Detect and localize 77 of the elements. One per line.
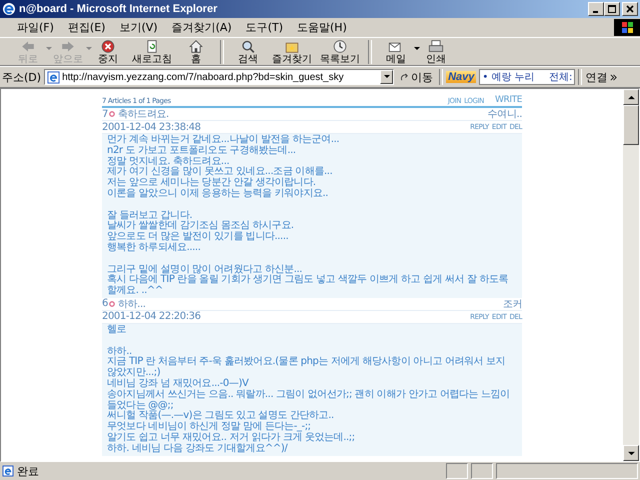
caret-icon xyxy=(384,75,390,79)
page-icon xyxy=(2,465,14,477)
body-text: 헬로 xyxy=(107,324,128,336)
links-button[interactable]: 연결 xyxy=(585,70,608,84)
toolbar-button[interactable]: 중지 xyxy=(88,38,128,64)
body-text: 하하.. xyxy=(107,346,132,357)
post-author: 수여니.. xyxy=(488,108,522,121)
go-button[interactable]: 이동 xyxy=(397,70,436,84)
browser-logo-icon xyxy=(2,2,16,16)
printer-icon xyxy=(427,38,445,54)
body-text: 날씨가 쌀쌀한데 감기조심 몸조심 하시구요. xyxy=(107,221,295,232)
vertical-scrollbar[interactable] xyxy=(623,89,639,461)
body-text: 행복한 하루되세요..... xyxy=(107,242,202,254)
body-text: 지금 TIP 란 처음부터 주-욱 훑러봤어요.(물론 php는 저에게 해당사항이 아니고 어려워서 보지 않았지만...;) xyxy=(107,357,506,378)
status-text: 완료 xyxy=(17,464,40,478)
circle-icon xyxy=(108,111,115,117)
toolbar-button[interactable]: 인쇄 xyxy=(416,38,456,64)
home-icon xyxy=(187,38,205,54)
address-label: 주소(D) xyxy=(2,70,42,84)
maximize-button[interactable] xyxy=(604,2,620,16)
chevron-icon xyxy=(610,74,618,80)
menu-item[interactable]: 편집(E) xyxy=(60,20,112,35)
body-text: 정말 멋지네요. 축하드려요... xyxy=(107,156,230,167)
toolbar-button[interactable]: 새로고침 xyxy=(128,38,176,64)
menu-item[interactable]: 도구(T) xyxy=(238,20,290,35)
dropdown-button[interactable] xyxy=(380,70,394,84)
post-author: 조커 xyxy=(502,298,522,311)
body-text: 하하. 네비님 다음 강좌도 기대할게요^^)/ xyxy=(107,444,289,455)
body-text: 저는 앞으로 세미나는 당분간 안갈 생각이랍니다. xyxy=(107,178,317,188)
caret-icon xyxy=(414,46,420,50)
body-text: 잘 들러보고 갑니다. xyxy=(107,210,192,221)
body-text: 써니헐 작품(—.—v)은 그림도 있고 설명도 간단하고.. xyxy=(107,411,335,422)
search-field[interactable]: • 예랑 누리 전체: xyxy=(479,69,576,85)
page-icon xyxy=(47,70,60,84)
windows-logo-icon xyxy=(614,19,640,36)
clock-icon xyxy=(331,38,349,54)
menu-item[interactable]: 파일(F) xyxy=(10,20,61,35)
body-text: 송아지님께서 쓰신거는 으음.. 뭐랄까... 그림이 없어선가;; 괜히 이해가 안가고 어렵다는 느낌이 들었다는 @@;; xyxy=(107,390,511,411)
body-text: 앞으로도 더 많은 발전이 있기를 빕니다..... xyxy=(107,232,290,242)
close-button[interactable] xyxy=(622,2,638,16)
body-text: 알기도 쉽고 너무 재밌어요.. 저거 읽다가 크게 웃었는데..;; xyxy=(107,432,356,443)
stop-icon xyxy=(99,38,117,54)
minimize-button[interactable] xyxy=(588,2,604,16)
post-date: 2001-12-04 22:20:36 xyxy=(102,311,201,322)
scrollbar-thumb[interactable] xyxy=(623,105,639,145)
body-text: 이론을 알았으니 이제 응용하는 능력을 키워야지요.. xyxy=(107,188,330,200)
toolbar-button[interactable]: 목록보기 xyxy=(316,38,364,64)
body-text: 무엇보다 네비님이 하신게 정말 맘에 든다는-_-;; xyxy=(107,422,312,432)
body-text: 혹시 다음에 TIP 란을 올릴 기회가 생기면 그림도 넣고 색깔두 이쁘게 하고 쉽게 써서 잘 하도록 할께요. ..^^ xyxy=(107,275,510,297)
maximize-icon xyxy=(608,5,616,13)
toolbar-button[interactable]: 홈 xyxy=(176,38,216,64)
circle-icon xyxy=(108,300,115,307)
up-arrow-icon xyxy=(628,94,634,100)
caret-icon xyxy=(86,46,92,50)
menu-item[interactable]: 보기(V) xyxy=(112,20,165,35)
post-number: 6 xyxy=(102,298,108,310)
down-arrow-icon xyxy=(628,450,634,456)
toolbar-button[interactable]: 메일 xyxy=(376,38,416,64)
toolbar-button[interactable]: 검색 xyxy=(228,38,268,64)
body-text: 네비님 강좌 넘 재밌어요...-0—)V xyxy=(107,378,250,390)
body-text: n2r 도 가보고 포트폴리오도 구경해봤는데... xyxy=(107,146,297,156)
body-text: 그리구 밑에 설명이 많이 어려웠다고 하신분... xyxy=(107,264,302,275)
caret-icon xyxy=(46,46,52,50)
post-title: 축하드려요. xyxy=(118,108,169,121)
post-title: 하하... xyxy=(118,298,146,311)
window-title: n@board - Microsoft Internet Explorer xyxy=(19,3,218,15)
address-field[interactable]: http://navyism.yezzang.com/7/naboard.php?bd=skin_guest_sky xyxy=(44,69,394,85)
body-text: 제가 여기 신경을 많이 못쓰고 있네요...조금 이해를... xyxy=(107,167,334,178)
toolbar-button[interactable]: 즐겨찾기 xyxy=(268,38,316,64)
body-text: 먼가 계속 바뀌는거 같네요...나날이 발전을 하는군여... xyxy=(107,135,340,146)
menu-item[interactable]: 즐겨찾기(A) xyxy=(164,20,239,35)
post-number: 7 xyxy=(102,108,108,120)
post-date: 2001-12-04 23:38:48 xyxy=(102,122,201,132)
go-arrow-icon xyxy=(400,72,410,82)
toolbar-logo: Navy xyxy=(446,71,476,83)
close-icon xyxy=(626,5,634,13)
menu-item[interactable]: 도움말(H) xyxy=(290,20,354,35)
